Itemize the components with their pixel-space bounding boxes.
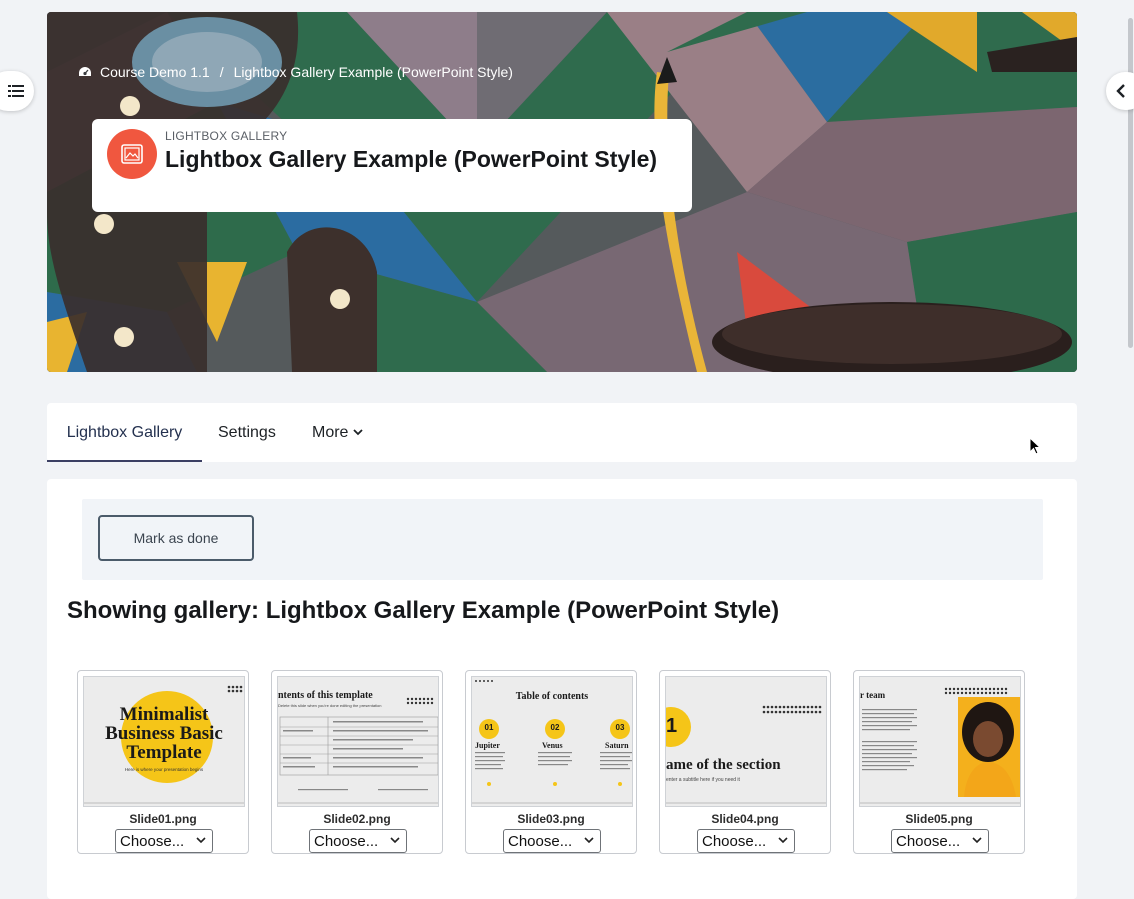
chevron-down-icon [353,429,364,436]
chevron-down-icon [584,837,594,844]
image-filename: Slide04.png [711,812,779,826]
gallery-item[interactable]: ntents of this template Delete this slid… [271,670,443,854]
slide-number: 01 [484,723,494,732]
select-value: Choose... [314,832,379,850]
block-drawer-toggle[interactable] [1106,72,1134,110]
select-value: Choose... [896,832,961,850]
gallery-item[interactable]: Minimalist Business Basic Template Here … [77,670,249,854]
select-value: Choose... [508,832,573,850]
breadcrumb-current[interactable]: Lightbox Gallery Example (PowerPoint Sty… [234,64,513,80]
slide-thumbnail[interactable]: Minimalist Business Basic Template Here … [83,676,245,807]
breadcrumb: Course Demo 1.1 / Lightbox Gallery Examp… [78,64,513,80]
chevron-left-icon [1116,84,1125,98]
page-title: Lightbox Gallery Example (PowerPoint Sty… [165,146,658,172]
course-index-toggle[interactable] [0,71,34,111]
activity-icon-badge [107,129,157,179]
slide-title-line: Business Basic [105,723,223,744]
activity-completion-bar: Mark as done [82,499,1043,580]
slide-title: Table of contents [515,691,589,702]
slide-subtitle: Here is where your presentation begins [124,767,204,772]
image-action-select[interactable]: Choose... [503,829,601,853]
mouse-pointer-icon [1029,437,1041,455]
tab-settings[interactable]: Settings [218,403,276,462]
slide-heading: Jupiter [475,741,500,750]
slide-title: ame of the section [666,757,781,773]
breadcrumb-separator: / [219,64,224,80]
image-action-select[interactable]: Choose... [697,829,795,853]
image-action-select[interactable]: Choose... [891,829,989,853]
image-action-select[interactable]: Choose... [309,829,407,853]
image-filename: Slide02.png [323,812,391,826]
secondary-navigation: Lightbox Gallery Settings More [47,403,1077,462]
page-header-card: LIGHTBOX GALLERY Lightbox Gallery Exampl… [92,119,692,212]
image-action-select[interactable]: Choose... [115,829,213,853]
slide-heading: Saturn [605,741,629,750]
activity-type-label: LIGHTBOX GALLERY [165,129,288,143]
image-icon [121,144,143,164]
select-value: Choose... [702,832,767,850]
slide-preview [666,677,826,806]
gallery-item[interactable]: r team Slide05.png Choose... [853,670,1025,854]
mark-as-done-button[interactable]: Mark as done [98,515,254,561]
chevron-down-icon [196,837,206,844]
select-value: Choose... [120,832,185,850]
slide-title: ntents of this template [278,690,373,701]
slide-thumbnail[interactable]: Table of contents 01 02 03 Jupiter Venus… [471,676,633,807]
tab-lightbox-gallery[interactable]: Lightbox Gallery [47,403,202,462]
page-scrollbar[interactable] [1126,0,1134,878]
main-content: Mark as done Showing gallery: Lightbox G… [47,479,1077,899]
tab-label: Settings [218,423,276,441]
gallery-item[interactable]: Table of contents 01 02 03 Jupiter Venus… [465,670,637,854]
slide-thumbnail[interactable]: ntents of this template Delete this slid… [277,676,439,807]
image-filename: Slide03.png [517,812,585,826]
slide-subtitle: Delete this slide when you're done editi… [278,703,382,708]
gallery-heading: Showing gallery: Lightbox Gallery Exampl… [67,597,780,624]
gallery-item[interactable]: 1 ame of the section enter a subtitle he… [659,670,831,854]
tab-label: More [312,423,349,441]
slide-title-line: Template [126,742,202,763]
tab-more[interactable]: More [312,403,364,462]
slide-number: 02 [550,723,560,732]
slide-number: 03 [615,723,625,732]
slide-thumbnail[interactable]: 1 ame of the section enter a subtitle he… [665,676,827,807]
scrollbar-thumb[interactable] [1128,18,1133,348]
slide-heading: Venus [542,741,563,750]
slide-number: 1 [666,715,678,737]
image-filename: Slide01.png [129,812,197,826]
tab-label: Lightbox Gallery [66,423,183,441]
chevron-down-icon [972,837,982,844]
slide-title: r team [860,690,886,700]
chevron-down-icon [778,837,788,844]
list-icon [8,85,24,97]
slide-subtitle: enter a subtitle here if you need it [666,777,740,783]
breadcrumb-course-link[interactable]: Course Demo 1.1 [100,64,210,80]
dashboard-icon [79,67,91,76]
slide-thumbnail[interactable]: r team [859,676,1021,807]
chevron-down-icon [390,837,400,844]
slide-title-line: Minimalist [119,704,209,725]
image-filename: Slide05.png [905,812,973,826]
